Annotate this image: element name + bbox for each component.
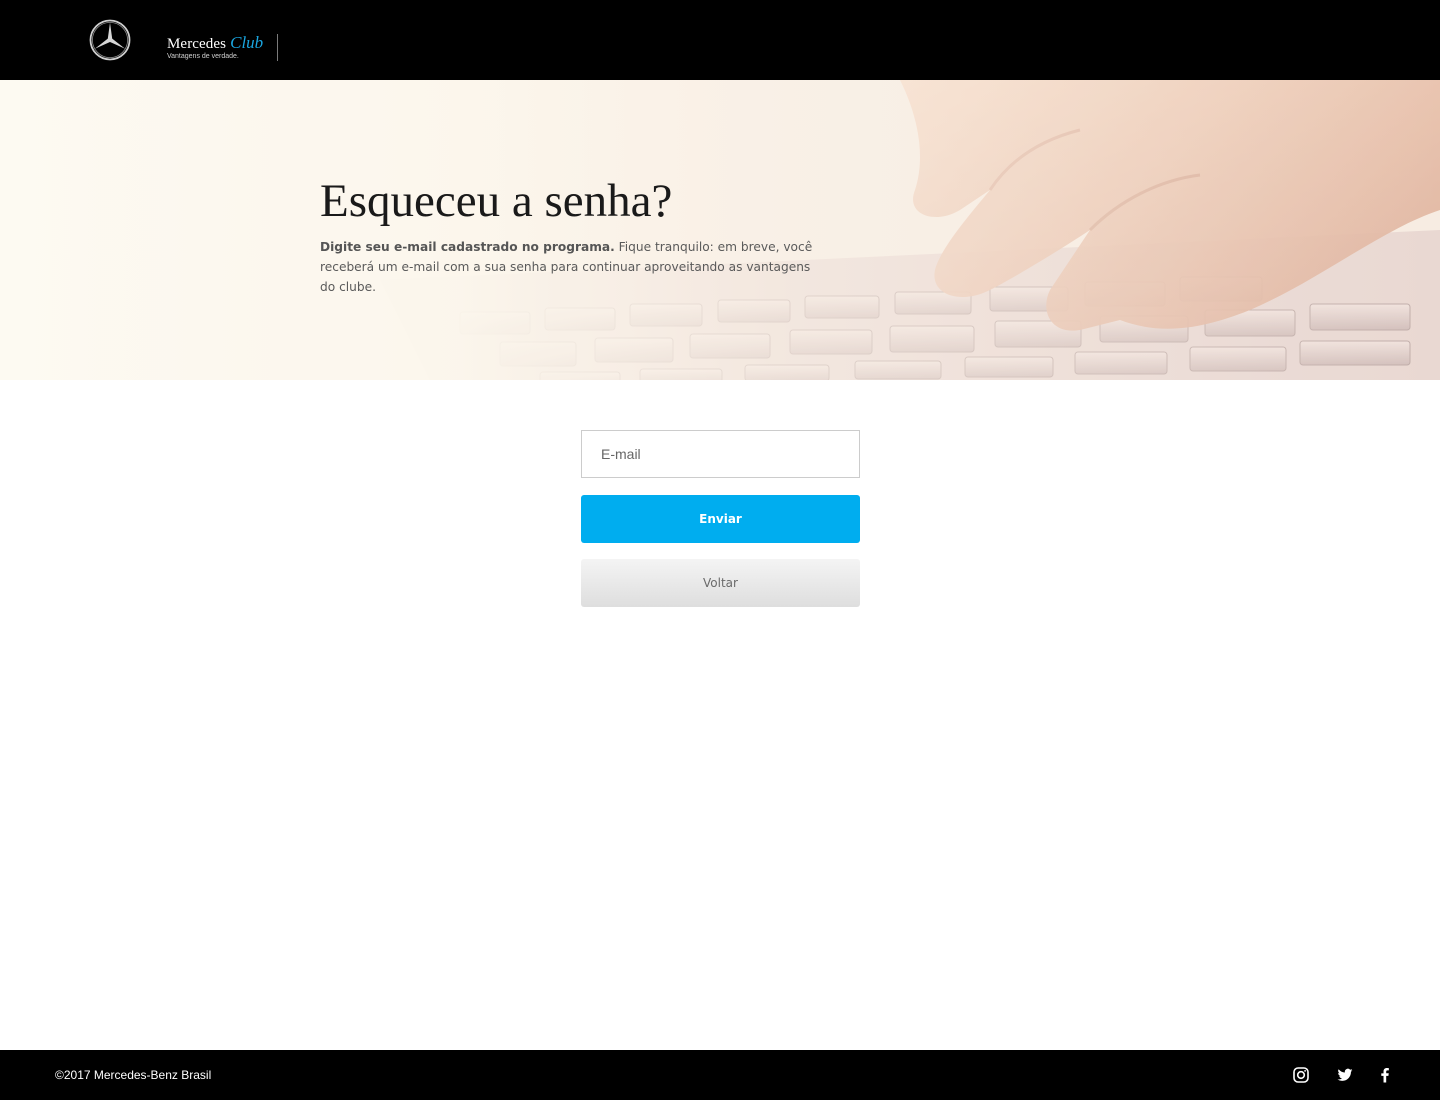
- mercedes-star-icon[interactable]: [89, 19, 131, 61]
- brand-wordmark[interactable]: Mercedes Club Vantagens de verdade.: [167, 33, 263, 60]
- page-description: Digite seu e-mail cadastrado no programa…: [320, 237, 820, 297]
- description-bold: Digite seu e-mail cadastrado no programa…: [320, 240, 615, 254]
- page-title: Esqueceu a senha?: [320, 175, 673, 227]
- brand-tagline: Vantagens de verdade.: [167, 53, 239, 60]
- facebook-icon[interactable]: [1376, 1066, 1394, 1084]
- back-button[interactable]: Voltar: [581, 559, 860, 607]
- instagram-icon[interactable]: [1292, 1066, 1310, 1084]
- brand-name: Mercedes: [167, 36, 227, 52]
- site-header: Mercedes Club Vantagens de verdade.: [0, 0, 1440, 80]
- forgot-password-form: Enviar Voltar: [581, 430, 860, 607]
- send-button[interactable]: Enviar: [581, 495, 860, 543]
- header-divider: [277, 34, 278, 61]
- email-field[interactable]: [581, 430, 860, 478]
- copyright-text: ©2017 Mercedes-Benz Brasil: [55, 1068, 212, 1082]
- hero-keyboard-image: [0, 80, 1440, 380]
- twitter-icon[interactable]: [1336, 1066, 1354, 1084]
- hero-banner: Esqueceu a senha? Digite seu e-mail cada…: [0, 80, 1440, 380]
- site-footer: ©2017 Mercedes-Benz Brasil: [0, 1050, 1440, 1100]
- brand-club: Club: [230, 33, 264, 52]
